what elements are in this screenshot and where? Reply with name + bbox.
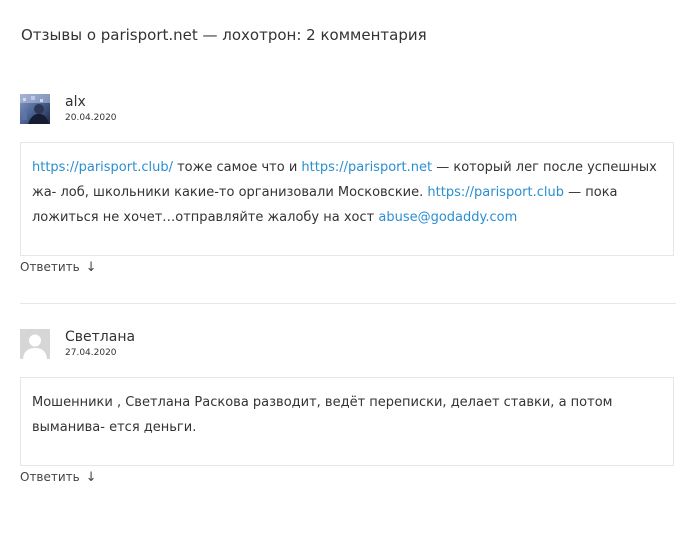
comment-body: https://parisport.club/ тоже самое что и…	[20, 142, 674, 256]
arrow-down-icon: ↓	[85, 470, 97, 485]
comment-date: 27.04.2020	[65, 348, 117, 358]
comment: Светлана 27.04.2020 Мошенники , Светлана…	[20, 329, 676, 485]
comments-title: Отзывы о parisport.net — лохотрон: 2 ком…	[21, 26, 427, 44]
comment-date: 20.04.2020	[65, 113, 117, 123]
comment-text: тоже самое что и	[172, 160, 302, 175]
default-user-avatar-icon[interactable]	[20, 329, 50, 359]
comment-text: Мошенники , Светлана Раскова разводит, в…	[32, 395, 613, 435]
user-photo-avatar-icon[interactable]	[20, 94, 50, 124]
reply-label: Ответить	[20, 260, 80, 274]
reply-button[interactable]: Ответить ↓	[20, 470, 96, 485]
comment-meta: Светлана 27.04.2020	[20, 329, 676, 375]
comment-separator	[20, 303, 676, 304]
comment-link[interactable]: https://parisport.club/	[32, 160, 173, 175]
arrow-down-icon: ↓	[85, 260, 97, 275]
comment: alx 20.04.2020 https://parisport.club/ т…	[20, 94, 676, 275]
comment-email-link[interactable]: abuse@godaddy.com	[378, 210, 517, 225]
comment-body: Мошенники , Светлана Раскова разводит, в…	[20, 377, 674, 466]
reply-label: Ответить	[20, 470, 80, 484]
comment-meta: alx 20.04.2020	[20, 94, 676, 140]
comment-author: alx	[65, 94, 86, 110]
comment-link[interactable]: https://parisport.club	[427, 185, 564, 200]
comment-author: Светлана	[65, 329, 136, 345]
reply-button[interactable]: Ответить ↓	[20, 260, 96, 275]
comment-link[interactable]: https://parisport.net	[301, 160, 432, 175]
